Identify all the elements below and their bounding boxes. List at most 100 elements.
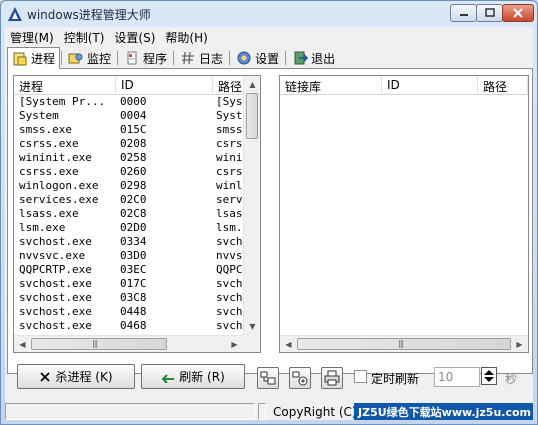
process-path-cell: svch bbox=[216, 291, 243, 304]
library-list-header: 链接库 ID 路径 bbox=[280, 76, 528, 95]
tab-exit[interactable]: 退出 bbox=[287, 47, 340, 69]
refresh-button[interactable]: 刷新 (R) bbox=[141, 364, 245, 389]
process-id-cell: 0004 bbox=[120, 109, 147, 122]
scroll-left-arrow-icon[interactable]: ◀ bbox=[280, 336, 297, 352]
process-path-cell: smss bbox=[216, 123, 243, 136]
tab-divider bbox=[117, 51, 119, 65]
menu-help[interactable]: 帮助(H) bbox=[160, 27, 212, 45]
scroll-thumb[interactable]: ||| bbox=[31, 338, 167, 350]
table-row[interactable]: [System Pr... 0000 [Sys bbox=[14, 95, 245, 109]
column-header-library[interactable]: 链接库 bbox=[280, 76, 382, 95]
table-row[interactable]: wininit.exe 0258 wini bbox=[14, 151, 245, 165]
menu-manage[interactable]: 管理(M) bbox=[5, 27, 59, 45]
process-list-header: 进程 ID 路径 bbox=[14, 76, 245, 95]
status-pane-divider bbox=[258, 403, 266, 420]
process-id-cell: 0260 bbox=[120, 165, 147, 178]
scroll-grip: ||| bbox=[398, 339, 404, 348]
table-row[interactable]: lsass.exe 02C8 lsas bbox=[14, 207, 245, 221]
maximize-icon bbox=[484, 8, 495, 17]
table-row[interactable]: svchost.exe 0468 svch bbox=[14, 319, 245, 333]
refresh-label: 刷新 (R) bbox=[179, 370, 225, 384]
table-row[interactable]: csrss.exe 0208 csrs bbox=[14, 137, 245, 151]
column-header-path[interactable]: 路径 bbox=[213, 76, 245, 95]
menu-settings[interactable]: 设置(S) bbox=[109, 27, 160, 45]
process-list-vscrollbar[interactable]: ▲ ▼ bbox=[243, 76, 260, 335]
exit-icon bbox=[292, 50, 309, 66]
close-x-icon bbox=[39, 371, 51, 383]
process-listview[interactable]: 进程 ID 路径 [System Pr... 0000 [Sys System 0004… bbox=[13, 75, 261, 353]
close-button[interactable] bbox=[502, 4, 534, 22]
minimize-button[interactable] bbox=[450, 4, 477, 22]
tab-program[interactable]: 程序 bbox=[119, 47, 172, 69]
process-path-cell: lsas bbox=[216, 207, 243, 220]
process-name-cell: wininit.exe bbox=[19, 151, 92, 164]
process-name-cell: QQPCRTP.exe bbox=[19, 263, 92, 276]
process-path-cell: nvvs bbox=[216, 249, 243, 262]
process-name-cell: csrss.exe bbox=[19, 137, 79, 150]
process-path-cell: wini bbox=[216, 151, 243, 164]
interval-spinner[interactable] bbox=[481, 367, 497, 385]
tab-settings[interactable]: 设置 bbox=[231, 47, 284, 69]
table-row[interactable]: svchost.exe 03C8 svch bbox=[14, 291, 245, 305]
column-header-id[interactable]: ID bbox=[116, 76, 213, 95]
table-row[interactable]: smss.exe 015C smss bbox=[14, 123, 245, 137]
table-row[interactable]: csrss.exe 0260 csrs bbox=[14, 165, 245, 179]
process-id-cell: 0208 bbox=[120, 137, 147, 150]
process-name-cell: svchost.exe bbox=[19, 235, 92, 248]
process-id-cell: 0000 bbox=[120, 95, 147, 108]
tab-log[interactable]: 日志 bbox=[175, 47, 228, 69]
process-id-cell: 0258 bbox=[120, 151, 147, 164]
table-row[interactable]: lsm.exe 02D0 lsm. bbox=[14, 221, 245, 235]
table-row[interactable]: svchost.exe 017C svch bbox=[14, 277, 245, 291]
process-tree-button[interactable] bbox=[257, 367, 279, 389]
process-name-cell: nvvsvc.exe bbox=[19, 249, 86, 262]
menu-control[interactable]: 控制(T) bbox=[59, 27, 110, 45]
table-row[interactable]: System 0004 Syst bbox=[14, 109, 245, 123]
process-id-cell: 02D0 bbox=[120, 221, 147, 234]
process-list-hscrollbar[interactable]: ◀ ||| ▶ bbox=[14, 335, 243, 352]
kill-process-button[interactable]: 杀进程 (K) bbox=[17, 364, 135, 389]
process-path-cell: csrs bbox=[216, 165, 243, 178]
table-row[interactable]: services.exe 02C0 serv bbox=[14, 193, 245, 207]
table-row[interactable]: QQPCRTP.exe 03EC QQPC bbox=[14, 263, 245, 277]
library-listview[interactable]: 链接库 ID 路径 ◀ ||| ▶ bbox=[279, 75, 529, 353]
table-row[interactable]: winlogon.exe 0298 winl bbox=[14, 179, 245, 193]
timed-refresh-label: 定时刷新 bbox=[371, 372, 420, 386]
module-view-button[interactable] bbox=[289, 367, 311, 389]
column-header-process[interactable]: 进程 bbox=[14, 76, 116, 95]
tab-process[interactable]: 进程 bbox=[7, 47, 61, 69]
process-path-cell: svch bbox=[216, 235, 243, 248]
process-path-cell: svch bbox=[216, 305, 243, 318]
scroll-down-arrow-icon[interactable]: ▼ bbox=[244, 318, 260, 335]
copyright-text: CopyRight (C) bbox=[273, 405, 357, 419]
process-path-cell: [Sys bbox=[216, 95, 243, 108]
table-row[interactable]: nvvsvc.exe 03D0 nvvs bbox=[14, 249, 245, 263]
scroll-up-arrow-icon[interactable]: ▲ bbox=[244, 76, 260, 93]
table-row[interactable]: svchost.exe 0448 svch bbox=[14, 305, 245, 319]
tab-settings-label: 设置 bbox=[255, 51, 280, 66]
scroll-left-arrow-icon[interactable]: ◀ bbox=[14, 336, 31, 352]
tab-monitor-label: 监控 bbox=[87, 51, 112, 66]
module-view-icon bbox=[292, 371, 308, 386]
title-bar[interactable]: windows进程管理大师 bbox=[1, 1, 537, 27]
tab-monitor[interactable]: 监控 bbox=[63, 47, 116, 69]
process-icon bbox=[12, 51, 28, 67]
print-button[interactable] bbox=[321, 367, 343, 389]
scroll-right-arrow-icon[interactable]: ▶ bbox=[511, 336, 528, 352]
maximize-button[interactable] bbox=[476, 4, 503, 22]
monitor-icon bbox=[68, 50, 84, 66]
library-list-hscrollbar[interactable]: ◀ ||| ▶ bbox=[280, 335, 528, 352]
client-area: 管理(M) 控制(T) 设置(S) 帮助(H) 进程 监控 程序 日志 设置 退… bbox=[5, 27, 533, 420]
column-header-path[interactable]: 路径 bbox=[478, 76, 528, 95]
timed-refresh-checkbox[interactable] bbox=[354, 370, 367, 383]
process-id-cell: 02C8 bbox=[120, 207, 147, 220]
table-row[interactable]: svchost.exe 0334 svch bbox=[14, 235, 245, 249]
scroll-thumb[interactable]: ||| bbox=[297, 338, 511, 350]
scroll-corner bbox=[243, 335, 260, 352]
scroll-thumb[interactable] bbox=[246, 93, 258, 139]
scroll-right-arrow-icon[interactable]: ▶ bbox=[226, 336, 243, 352]
refresh-interval-input[interactable]: 10 bbox=[434, 367, 480, 387]
column-header-id[interactable]: ID bbox=[382, 76, 478, 95]
refresh-arrow-icon bbox=[161, 371, 175, 383]
process-id-cell: 02C0 bbox=[120, 193, 147, 206]
